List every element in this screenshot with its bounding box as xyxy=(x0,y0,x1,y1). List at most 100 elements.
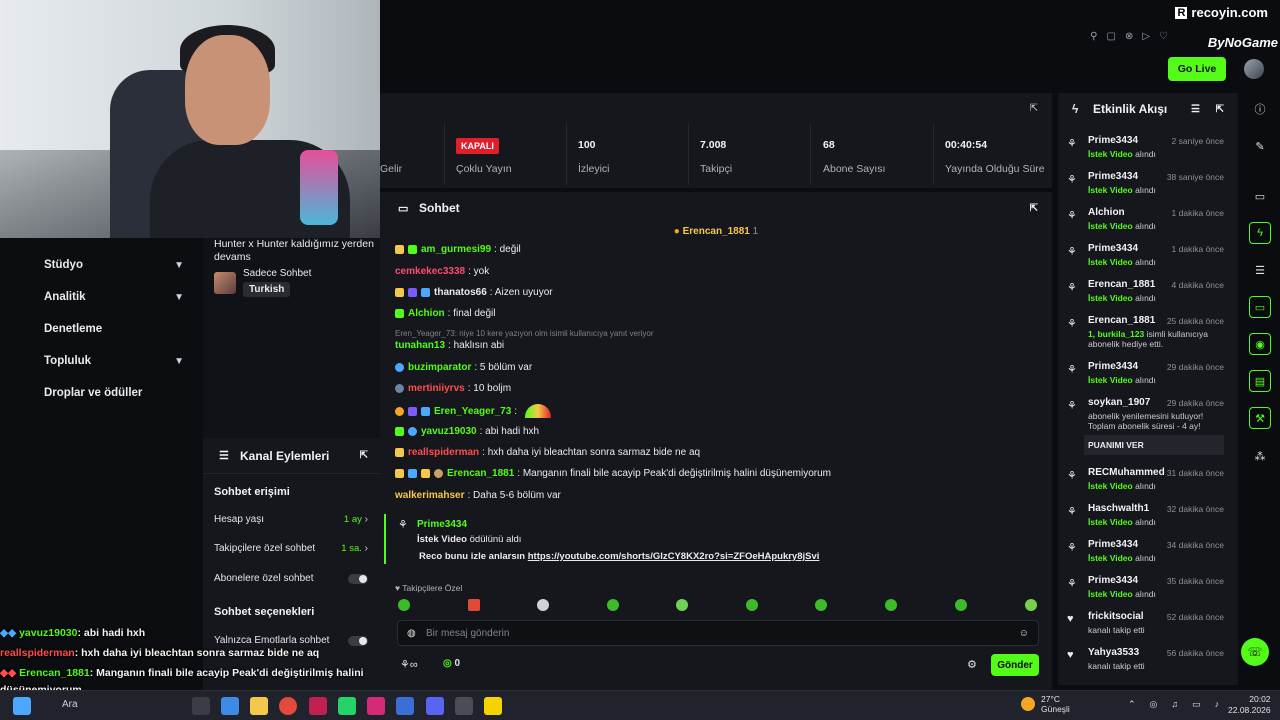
nav-studio[interactable]: ▦Stüdyo▼ xyxy=(0,250,200,280)
lightning-icon[interactable]: ϟ xyxy=(1249,222,1271,244)
popout-icon[interactable]: ⇱ xyxy=(1030,103,1038,114)
gear-icon[interactable]: ⚙ xyxy=(967,658,977,671)
stream-info-column: Hunter x Hunter kaldığımız yerden devams… xyxy=(203,238,380,698)
activity-time: 29 dakika önce xyxy=(1166,398,1224,408)
chat-message: walkerimahser: Daha 5-6 bölüm var xyxy=(395,490,561,501)
rate-button[interactable]: PUANIMI VER xyxy=(1084,435,1224,455)
stream-category[interactable]: Sadece Sohbet Turkish xyxy=(214,268,311,297)
tray-icons[interactable]: ⌃◎♫▭♪ xyxy=(1128,699,1233,710)
instagram-icon[interactable] xyxy=(367,697,385,715)
activity-user: soykan_1907 xyxy=(1088,397,1151,408)
discord-icon[interactable] xyxy=(426,697,444,715)
emote-only-toggle[interactable] xyxy=(348,635,368,646)
app-icon[interactable] xyxy=(221,697,239,715)
chat-icon[interactable]: ▭ xyxy=(1249,296,1271,318)
activity-user: Prime3434 xyxy=(1088,575,1139,586)
subs-only-toggle[interactable] xyxy=(348,573,368,584)
expand-icon[interactable]: ▢ xyxy=(1106,31,1115,42)
support-icon[interactable]: ☏ xyxy=(1241,638,1269,666)
stream-title: Hunter x Hunter kaldığımız yerden devams xyxy=(214,238,374,263)
emote[interactable] xyxy=(885,599,897,611)
info-icon[interactable]: ⓘ xyxy=(1249,98,1271,120)
followers-label: Takipçi xyxy=(700,163,733,175)
account-age-row[interactable]: Hesap yaşı 1 ay › xyxy=(214,514,368,525)
emote[interactable] xyxy=(1025,599,1037,611)
link-icon[interactable]: ⚘∞ xyxy=(400,658,418,671)
popout-icon[interactable]: ⇱ xyxy=(1216,104,1224,115)
emoji-icon[interactable]: ☺ xyxy=(1019,628,1029,639)
chrome-icon[interactable] xyxy=(279,697,297,715)
heart-icon[interactable]: ♡ xyxy=(1159,31,1168,42)
activity-item: ⚘ Prime3434 29 dakika önce İstek Video alın… xyxy=(1058,361,1238,397)
pinned-banner[interactable]: ● Erencan_1881 1 xyxy=(380,226,1052,237)
send-button[interactable]: Gönder xyxy=(991,654,1039,676)
emote[interactable] xyxy=(815,599,827,611)
nav-drops[interactable]: ▤Droplar ve ödüller xyxy=(0,378,200,408)
emote[interactable] xyxy=(746,599,758,611)
nav-analytics[interactable]: ▥Analitik▼ xyxy=(0,282,200,312)
opera-icon[interactable] xyxy=(309,697,327,715)
emote[interactable] xyxy=(955,599,967,611)
community-icon[interactable]: ⁂ xyxy=(1249,445,1271,467)
nav-community[interactable]: ◉Topluluk▼ xyxy=(0,346,200,376)
activity-time: 31 dakika önce xyxy=(1166,468,1224,478)
activity-time: 4 dakika önce xyxy=(1171,280,1224,290)
popout-icon[interactable]: ⇱ xyxy=(360,450,368,461)
server-icon[interactable]: ▤ xyxy=(1249,370,1271,392)
activity-detail: İstek Video alındı xyxy=(1088,481,1156,491)
chat-message: tunahan13: haklısın abi xyxy=(395,340,505,351)
activity-user: Prime3434 xyxy=(1088,361,1139,372)
uptime-label: Yayında Olduğu Süre xyxy=(945,163,1045,175)
weather-widget[interactable]: 27°C Güneşli xyxy=(1041,694,1070,714)
folder-icon[interactable] xyxy=(250,697,268,715)
chevron-down-icon: ▼ xyxy=(174,355,184,367)
followers-only-row[interactable]: Takipçilere özel sohbet 1 sa. › xyxy=(214,543,368,554)
pin-icon[interactable]: ⚲ xyxy=(1090,31,1097,42)
app-icon[interactable] xyxy=(455,697,473,715)
broadcast-icon[interactable]: ◉ xyxy=(1249,333,1271,355)
reward-icon: ⚘ xyxy=(398,519,408,531)
app-icon[interactable] xyxy=(396,697,414,715)
taskview-icon[interactable] xyxy=(192,697,210,715)
windows-start-icon[interactable] xyxy=(13,697,31,715)
category-thumbnail xyxy=(214,271,236,294)
edit-icon[interactable]: ✎ xyxy=(1249,135,1271,157)
activity-item: ⚘ Erencan_1881 25 dakika önce 1, burkila_12… xyxy=(1058,315,1238,351)
emote[interactable] xyxy=(398,599,410,611)
emote[interactable] xyxy=(537,599,549,611)
whatsapp-icon[interactable] xyxy=(338,697,356,715)
chat-input[interactable]: ◍ Bir mesaj gönderin ☺ xyxy=(397,620,1039,646)
app-icon[interactable] xyxy=(484,697,502,715)
chevron-right-icon: › xyxy=(364,514,368,525)
shield-icon[interactable]: ◍ xyxy=(407,628,416,639)
activity-detail: abonelik yenilemesini kutluyor! Toplam a… xyxy=(1088,411,1204,431)
activity-icon: ♥ xyxy=(1067,613,1074,625)
play-icon[interactable]: ▷ xyxy=(1142,31,1150,42)
activity-user: Prime3434 xyxy=(1088,135,1139,146)
activity-item: ⚘ Prime3434 34 dakika önce İstek Video alın… xyxy=(1058,539,1238,575)
emote xyxy=(525,404,552,418)
settings-icon[interactable]: ⊗ xyxy=(1125,31,1133,42)
emote[interactable] xyxy=(468,599,480,611)
clock[interactable]: 20:02 22.08.2026 xyxy=(1228,694,1271,716)
taskbar: Ara 27°C Güneşli ⌃◎♫▭♪ 20:02 22.08.2026 xyxy=(0,690,1280,720)
reply-context: Eren_Yeager_73: niye 10 kere yazıyon olm… xyxy=(395,329,654,338)
activity-detail: İstek Video alındı xyxy=(1088,589,1156,599)
avatar[interactable] xyxy=(1244,59,1264,79)
filter-icon[interactable]: ☰ xyxy=(1191,104,1200,115)
reward-link[interactable]: https://youtube.com/shorts/GlzCY8KX2ro?s… xyxy=(528,551,820,562)
popout-icon[interactable]: ⇱ xyxy=(1030,203,1038,214)
window-icon[interactable]: ▭ xyxy=(1249,185,1271,207)
activity-icon: ⚘ xyxy=(1067,578,1077,590)
activity-icon: ⚘ xyxy=(1067,282,1077,294)
activity-header: ϟ Etkinlik Akışı ☰ ⇱ xyxy=(1072,102,1224,116)
activity-user: Erencan_1881 xyxy=(1088,315,1156,326)
emote[interactable] xyxy=(607,599,619,611)
nav-moderation[interactable]: ⚒Denetleme xyxy=(0,314,200,344)
go-live-button[interactable]: Go Live xyxy=(1168,57,1226,81)
wrench-icon[interactable]: ⚒ xyxy=(1249,407,1271,429)
list-icon[interactable]: ☰ xyxy=(1249,259,1271,281)
stream-stats-panel: ⇱ Gelir KAPALI Çoklu Yayın 100 İzleyici … xyxy=(380,93,1052,188)
emote[interactable] xyxy=(676,599,688,611)
search-box[interactable]: Ara xyxy=(62,699,78,710)
